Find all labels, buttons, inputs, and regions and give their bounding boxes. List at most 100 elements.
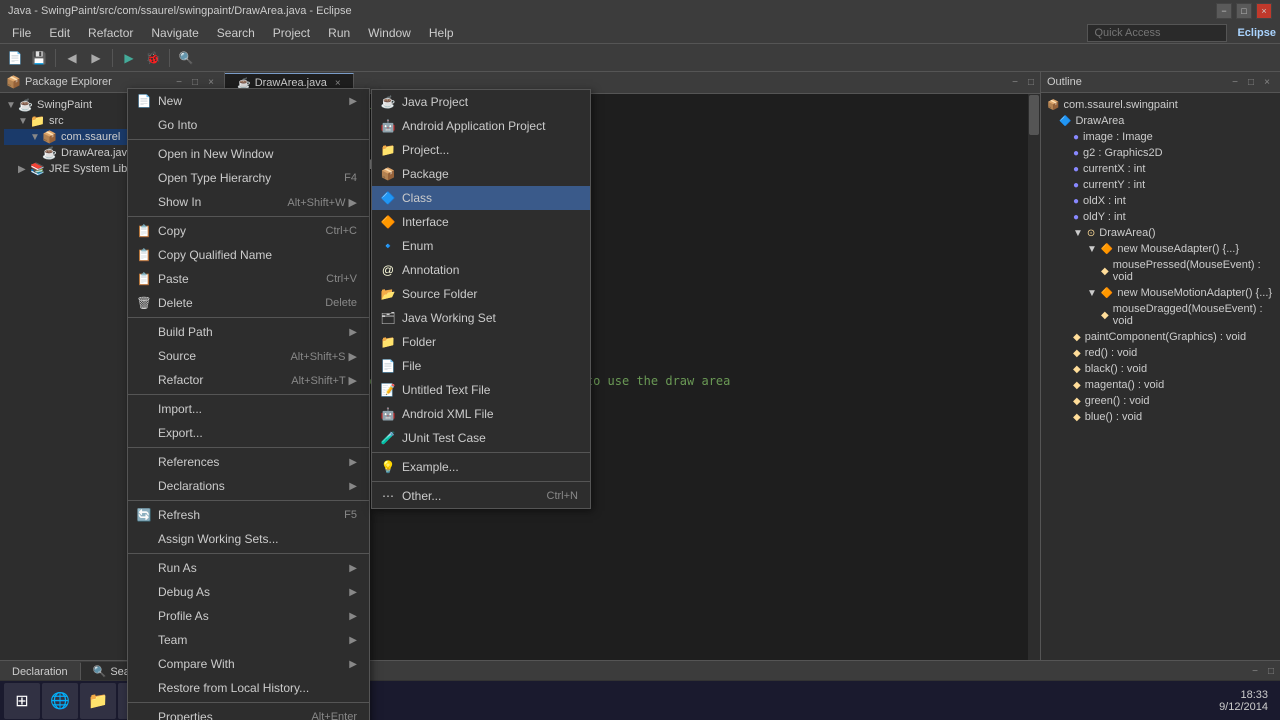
ctx-item-source[interactable]: Source Alt+Shift+S ▶ [128, 344, 369, 368]
submenu-junit[interactable]: 🧪 JUnit Test Case [372, 426, 590, 450]
outline-maximize[interactable]: □ [1244, 75, 1258, 89]
menu-edit[interactable]: Edit [41, 24, 78, 42]
submenu-untitled-text-file[interactable]: 📝 Untitled Text File [372, 378, 590, 402]
submenu-source-folder[interactable]: 📂 Source Folder [372, 282, 590, 306]
taskbar-explorer[interactable]: 📁 [80, 683, 116, 719]
references-icon [136, 454, 152, 470]
outline-item-mousepressed[interactable]: ◆ mousePressed(MouseEvent) : void [1045, 257, 1276, 285]
menu-run[interactable]: Run [320, 24, 358, 42]
minimize-button[interactable]: − [1216, 3, 1232, 19]
submenu-package[interactable]: 📦 Package [372, 162, 590, 186]
menu-navigate[interactable]: Navigate [143, 24, 206, 42]
outline-item-mouseadapter[interactable]: ▼ 🔶 new MouseAdapter() {...} [1045, 241, 1276, 257]
menu-window[interactable]: Window [360, 24, 419, 42]
outline-item-currentx[interactable]: ● currentX : int [1045, 161, 1276, 177]
outline-item-blue[interactable]: ◆ blue() : void [1045, 409, 1276, 425]
ctx-item-delete[interactable]: 🗑 Delete Delete [128, 291, 369, 315]
ctx-item-restore-local[interactable]: Restore from Local History... [128, 676, 369, 700]
toolbar-back[interactable]: ◀ [61, 47, 83, 69]
ctx-item-copy[interactable]: 📋 Copy Ctrl+C [128, 219, 369, 243]
menu-file[interactable]: File [4, 24, 39, 42]
submenu-folder[interactable]: 📁 Folder [372, 330, 590, 354]
editor-minimize[interactable]: − [1008, 76, 1022, 90]
taskbar-browser-ie[interactable]: 🌐 [42, 683, 78, 719]
submenu-other[interactable]: ⋯ Other... Ctrl+N [372, 484, 590, 508]
bottom-maximize[interactable]: □ [1264, 665, 1278, 679]
outline-item-g2[interactable]: ● g2 : Graphics2D [1045, 145, 1276, 161]
outline-item-drawarea-ctor[interactable]: ▼ ⊙ DrawArea() [1045, 225, 1276, 241]
submenu-working-set[interactable]: 🗂 Java Working Set [372, 306, 590, 330]
ctx-item-declarations[interactable]: Declarations ▶ [128, 474, 369, 498]
pkg-explorer-minimize[interactable]: − [172, 75, 186, 89]
ctx-item-copy-qualified[interactable]: 📋 Copy Qualified Name [128, 243, 369, 267]
submenu-class[interactable]: 🔷 Class [372, 186, 590, 210]
ctx-item-assign-working-sets[interactable]: Assign Working Sets... [128, 527, 369, 551]
submenu-file[interactable]: 📄 File [372, 354, 590, 378]
taskbar-start[interactable]: ⊞ [4, 683, 40, 719]
maximize-button[interactable]: □ [1236, 3, 1252, 19]
menu-refactor[interactable]: Refactor [80, 24, 141, 42]
outline-item-package[interactable]: 📦 com.ssaurel.swingpaint [1045, 97, 1276, 113]
submenu-project[interactable]: 📁 Project... [372, 138, 590, 162]
outline-item-drawarea-class[interactable]: 🔷 DrawArea [1045, 113, 1276, 129]
ctx-item-properties[interactable]: Properties Alt+Enter [128, 705, 369, 720]
ctx-item-open-new-window[interactable]: Open in New Window [128, 142, 369, 166]
editor-maximize[interactable]: □ [1024, 76, 1038, 90]
ctx-item-show-in[interactable]: Show In Alt+Shift+W ▶ [128, 190, 369, 214]
ctx-item-refactor[interactable]: Refactor Alt+Shift+T ▶ [128, 368, 369, 392]
menu-help[interactable]: Help [421, 24, 462, 42]
ctx-item-references[interactable]: References ▶ [128, 450, 369, 474]
outline-item-motionadapter[interactable]: ▼ 🔶 new MouseMotionAdapter() {...} [1045, 285, 1276, 301]
context-menu-list: 📄 New ▶ ☕ Java Project 🤖 [127, 88, 370, 720]
ctx-item-compare-with[interactable]: Compare With ▶ [128, 652, 369, 676]
bottom-minimize[interactable]: − [1248, 665, 1262, 679]
outline-item-magenta[interactable]: ◆ magenta() : void [1045, 377, 1276, 393]
submenu-example[interactable]: 💡 Example... [372, 455, 590, 479]
toolbar-debug[interactable]: 🐞 [142, 47, 164, 69]
project-icon: 📁 [380, 142, 396, 158]
menu-search[interactable]: Search [209, 24, 263, 42]
tab-close[interactable]: × [335, 78, 341, 89]
outline-item-image[interactable]: ● image : Image [1045, 129, 1276, 145]
toolbar-run[interactable]: ▶ [118, 47, 140, 69]
outline-item-currenty[interactable]: ● currentY : int [1045, 177, 1276, 193]
outline-close[interactable]: × [1260, 75, 1274, 89]
outline-item-green[interactable]: ◆ green() : void [1045, 393, 1276, 409]
ctx-item-go-into[interactable]: Go Into [128, 113, 369, 137]
outline-item-black[interactable]: ◆ black() : void [1045, 361, 1276, 377]
ctx-item-profile-as[interactable]: Profile As ▶ [128, 604, 369, 628]
ctx-item-import[interactable]: Import... [128, 397, 369, 421]
toolbar-save[interactable]: 💾 [28, 47, 50, 69]
ctx-item-new[interactable]: 📄 New ▶ ☕ Java Project 🤖 [128, 89, 369, 113]
outline-item-oldy[interactable]: ● oldY : int [1045, 209, 1276, 225]
outline-item-red[interactable]: ◆ red() : void [1045, 345, 1276, 361]
ctx-item-debug-as[interactable]: Debug As ▶ [128, 580, 369, 604]
ctx-item-run-as[interactable]: Run As ▶ [128, 556, 369, 580]
submenu-annotation[interactable]: @ Annotation [372, 258, 590, 282]
outline-minimize[interactable]: − [1228, 75, 1242, 89]
submenu-android-project[interactable]: 🤖 Android Application Project [372, 114, 590, 138]
submenu-android-xml[interactable]: 🤖 Android XML File [372, 402, 590, 426]
ctx-item-build-path[interactable]: Build Path ▶ [128, 320, 369, 344]
quick-access-input[interactable] [1087, 24, 1227, 42]
submenu-enum[interactable]: 🔹 Enum [372, 234, 590, 258]
submenu-java-project[interactable]: ☕ Java Project [372, 90, 590, 114]
ctx-item-team[interactable]: Team ▶ [128, 628, 369, 652]
outline-item-paint[interactable]: ◆ paintComponent(Graphics) : void [1045, 329, 1276, 345]
outline-item-oldx[interactable]: ● oldX : int [1045, 193, 1276, 209]
ctx-item-open-type-hierarchy[interactable]: Open Type Hierarchy F4 [128, 166, 369, 190]
toolbar-new[interactable]: 📄 [4, 47, 26, 69]
pkg-explorer-maximize[interactable]: □ [188, 75, 202, 89]
outline-item-mousedragged[interactable]: ◆ mouseDragged(MouseEvent) : void [1045, 301, 1276, 329]
ctx-item-refresh[interactable]: 🔄 Refresh F5 [128, 503, 369, 527]
ctx-item-export[interactable]: Export... [128, 421, 369, 445]
editor-scrollbar[interactable] [1028, 94, 1040, 660]
toolbar-search[interactable]: 🔍 [175, 47, 197, 69]
toolbar-forward[interactable]: ▶ [85, 47, 107, 69]
submenu-interface[interactable]: 🔶 Interface [372, 210, 590, 234]
menu-project[interactable]: Project [265, 24, 318, 42]
close-button[interactable]: × [1256, 3, 1272, 19]
ctx-item-paste[interactable]: 📋 Paste Ctrl+V [128, 267, 369, 291]
tab-declaration[interactable]: Declaration [0, 663, 81, 681]
pkg-explorer-close[interactable]: × [204, 75, 218, 89]
